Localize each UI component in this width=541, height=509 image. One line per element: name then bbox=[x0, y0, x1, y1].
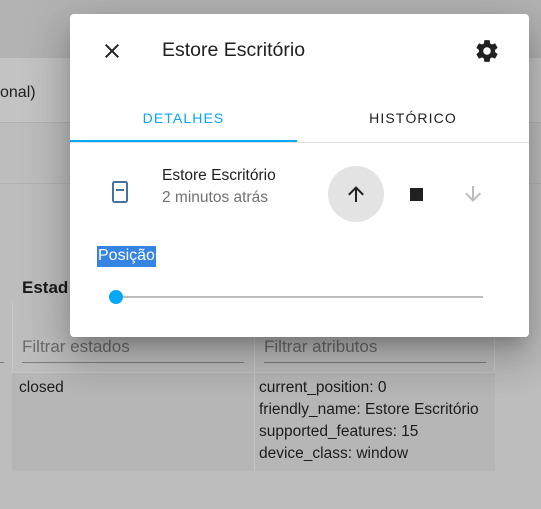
entity-last-changed: 2 minutos atrás bbox=[162, 189, 268, 206]
tab-history[interactable]: HISTÓRICO bbox=[297, 94, 529, 141]
tab-details[interactable]: DETALHES bbox=[70, 94, 297, 141]
filter-states-input[interactable]: Filtrar estados bbox=[22, 337, 130, 357]
slider-thumb[interactable] bbox=[109, 290, 123, 304]
more-info-dialog: Estore Escritório DETALHES HISTÓRICO Est… bbox=[70, 14, 529, 337]
settings-button[interactable] bbox=[467, 31, 507, 71]
stop-cover-button[interactable] bbox=[396, 174, 436, 214]
open-cover-button[interactable] bbox=[328, 166, 384, 222]
close-icon bbox=[105, 44, 119, 58]
close-cover-button[interactable] bbox=[453, 174, 493, 214]
table-cell-attributes: current_position: 0 friendly_name: Estor… bbox=[259, 379, 479, 462]
position-label: Posição bbox=[97, 246, 156, 267]
position-slider[interactable] bbox=[109, 288, 484, 306]
stop-icon bbox=[410, 188, 423, 201]
active-tab-indicator bbox=[70, 140, 297, 142]
states-table-header-state: Estad bbox=[22, 278, 69, 297]
close-dialog-button[interactable] bbox=[92, 31, 132, 71]
filter-attributes-input[interactable]: Filtrar atributos bbox=[264, 337, 377, 357]
arrow-up-icon bbox=[348, 186, 364, 202]
dialog-title: Estore Escritório bbox=[162, 39, 306, 61]
slider-track bbox=[116, 296, 483, 298]
background-optional-text: onal) bbox=[0, 84, 36, 101]
window-shutter-icon bbox=[106, 178, 134, 206]
arrow-down-icon bbox=[465, 186, 481, 202]
gear-icon bbox=[476, 40, 498, 62]
dialog-tabs: DETALHES HISTÓRICO bbox=[70, 94, 529, 143]
entity-name: Estore Escritório bbox=[162, 167, 276, 184]
table-cell-state: closed bbox=[19, 379, 64, 396]
